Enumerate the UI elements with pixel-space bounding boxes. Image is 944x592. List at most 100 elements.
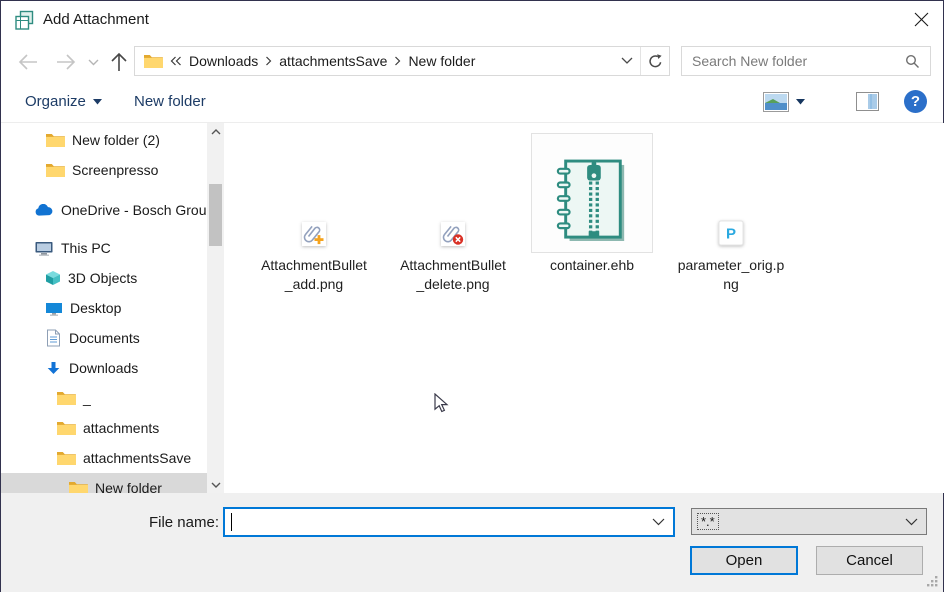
folder-icon — [56, 420, 76, 436]
dropdown-caret-icon — [796, 99, 805, 105]
address-dropdown-button[interactable] — [614, 47, 640, 75]
scrollbar-thumb[interactable] — [209, 184, 222, 246]
chevron-down-icon[interactable] — [652, 518, 673, 526]
file-item-parameter-orig[interactable]: P parameter_orig.p ng — [666, 133, 796, 294]
sidebar-item-downloads[interactable]: Downloads — [1, 353, 207, 383]
arrow-up-icon — [110, 51, 128, 73]
sidebar-item-new-folder-2[interactable]: New folder (2) — [1, 125, 207, 155]
sidebar-item-attachments[interactable]: attachments — [1, 413, 207, 443]
new-folder-button[interactable]: New folder — [134, 81, 206, 122]
organize-label: Organize — [25, 93, 86, 110]
breadcrumb-segment[interactable]: Downloads — [185, 53, 262, 69]
refresh-icon — [648, 54, 663, 69]
cancel-button[interactable]: Cancel — [816, 546, 923, 575]
file-item-attachmentbullet-add[interactable]: AttachmentBullet _add.png — [249, 133, 379, 294]
close-button[interactable] — [901, 3, 941, 35]
breadcrumb-segment[interactable]: New folder — [404, 53, 479, 69]
chevron-down-icon — [88, 59, 99, 66]
file-name-input[interactable] — [225, 514, 652, 530]
scroll-down-button[interactable] — [207, 476, 224, 493]
sidebar-item-label: _ — [83, 390, 91, 406]
refresh-button[interactable] — [640, 47, 669, 75]
text-caret — [231, 513, 232, 531]
sidebar-item-new-folder-selected[interactable]: New folder — [1, 473, 207, 493]
file-icon-zone — [388, 133, 518, 253]
paperclip-delete-icon — [440, 221, 466, 247]
arrow-left-icon — [17, 53, 39, 71]
folder-icon — [143, 53, 163, 69]
sidebar-item-onedrive[interactable]: OneDrive - Bosch Grou — [1, 195, 207, 225]
sidebar-item-label: attachments — [83, 420, 159, 436]
file-name-label: parameter_orig.p ng — [666, 256, 796, 294]
help-button[interactable]: ? — [904, 81, 927, 122]
file-type-value: *.* — [697, 513, 719, 530]
back-button[interactable] — [15, 49, 41, 75]
preview-pane-icon — [856, 92, 879, 111]
search-icon[interactable] — [905, 54, 930, 69]
svg-text:P: P — [726, 226, 736, 243]
search-input[interactable] — [682, 53, 905, 69]
app-notebook-icon — [13, 9, 36, 32]
sidebar-item-attachmentssave[interactable]: attachmentsSave — [1, 443, 207, 473]
change-view-button[interactable] — [763, 81, 805, 122]
sidebar-item-desktop[interactable]: Desktop — [1, 293, 207, 323]
sidebar-item-this-pc[interactable]: This PC — [1, 233, 207, 263]
resize-grip[interactable] — [926, 575, 939, 588]
close-icon — [914, 12, 929, 27]
file-item-attachmentbullet-delete[interactable]: AttachmentBullet _delete.png — [388, 133, 518, 294]
file-name-label: AttachmentBullet _delete.png — [388, 256, 518, 294]
window-title: Add Attachment — [43, 1, 149, 41]
sidebar-item-label: 3D Objects — [68, 270, 137, 286]
file-type-dropdown[interactable]: *.* — [691, 508, 927, 535]
file-item-container-ehb[interactable]: container.ehb — [527, 133, 657, 275]
sidebar-item-underscore[interactable]: _ — [1, 383, 207, 413]
folder-icon — [45, 162, 65, 178]
file-name-line: parameter_orig.p — [666, 256, 796, 275]
file-name-line: _delete.png — [388, 275, 518, 294]
file-name-combobox — [223, 507, 675, 537]
breadcrumb: Downloads attachmentsSave New folder — [135, 47, 614, 75]
title-bar: Add Attachment — [1, 1, 943, 41]
sidebar-item-documents[interactable]: Documents — [1, 323, 207, 353]
onedrive-cloud-icon — [34, 204, 54, 217]
open-button[interactable]: Open — [690, 546, 798, 575]
recent-locations-button[interactable] — [83, 49, 103, 75]
sidebar-item-screenpresso[interactable]: Screenpresso — [1, 155, 207, 185]
chevron-right-icon[interactable] — [391, 56, 404, 66]
open-file-dialog: Add Attachment — [0, 0, 944, 592]
selected-file-box — [531, 133, 653, 253]
command-bar: Organize New folder — [1, 81, 943, 123]
folder-icon — [56, 390, 76, 406]
file-icon-zone — [249, 133, 379, 253]
organize-menu-button[interactable]: Organize — [25, 81, 102, 122]
chevron-down-icon — [211, 482, 221, 488]
download-arrow-icon — [45, 361, 62, 375]
file-name-label: container.ehb — [527, 256, 657, 275]
folder-icon — [45, 132, 65, 148]
dialog-footer: File name: *.* Open Cancel — [1, 493, 943, 592]
file-name-line: AttachmentBullet — [388, 256, 518, 275]
scroll-up-button[interactable] — [207, 123, 224, 140]
chevrons-left-icon — [167, 56, 185, 66]
sidebar-item-3d-objects[interactable]: 3D Objects — [1, 263, 207, 293]
thumbnail-view-icon — [763, 92, 789, 112]
address-bar[interactable]: Downloads attachmentsSave New folder — [134, 46, 670, 76]
forward-button[interactable] — [53, 49, 79, 75]
sidebar-item-label: attachmentsSave — [83, 450, 191, 466]
breadcrumb-segment[interactable]: attachmentsSave — [275, 53, 391, 69]
sidebar-item-label: New folder (2) — [72, 132, 160, 148]
chevron-down-icon — [621, 57, 633, 65]
file-icon-zone: P — [666, 133, 796, 253]
arrow-right-icon — [55, 53, 77, 71]
chevron-down-icon — [905, 518, 926, 526]
chevron-right-icon[interactable] — [262, 56, 275, 66]
file-name-line: ng — [666, 275, 796, 294]
up-button[interactable] — [106, 49, 132, 75]
folder-icon — [68, 480, 88, 493]
sidebar-item-label: New folder — [95, 480, 162, 493]
preview-pane-button[interactable] — [856, 81, 879, 122]
sidebar-scrollbar[interactable] — [207, 123, 224, 493]
image-p-file-icon: P — [717, 219, 745, 247]
help-icon: ? — [904, 90, 927, 113]
monitor-icon — [45, 301, 63, 316]
